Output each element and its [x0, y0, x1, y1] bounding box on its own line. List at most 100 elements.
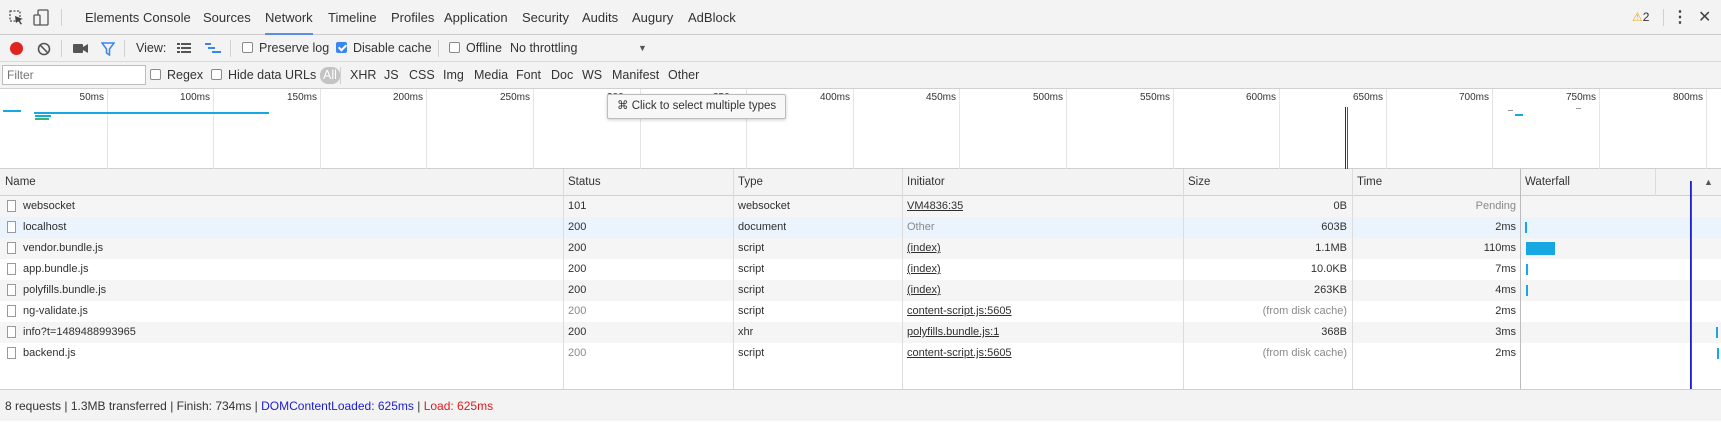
overview-gridline [107, 89, 108, 169]
overview-waterfall-icon[interactable] [205, 43, 221, 54]
request-size: 368B [1321, 326, 1347, 338]
request-initiator[interactable]: (index) [907, 238, 941, 259]
filter-icon[interactable] [101, 42, 115, 56]
tab-augury[interactable]: Augury [632, 0, 673, 35]
offline-checkbox[interactable] [449, 42, 460, 53]
request-initiator[interactable]: content-script.js:5605 [907, 301, 1012, 322]
filter-type-css[interactable]: CSS [409, 62, 435, 89]
request-type: script [738, 305, 765, 317]
overview-tick-label: 800ms [1672, 92, 1703, 103]
request-initiator[interactable]: (index) [907, 280, 941, 301]
filter-type-doc[interactable]: Doc [551, 62, 573, 89]
request-name[interactable]: vendor.bundle.js [23, 238, 558, 259]
request-summary: 8 requests | 1.3MB transferred | Finish:… [5, 390, 493, 422]
overview-tick-label: 150ms [286, 92, 317, 103]
tab-elements[interactable]: Elements [85, 0, 139, 35]
overview-tick-label: 550ms [1139, 92, 1170, 103]
request-initiator[interactable]: polyfills.bundle.js:1 [907, 322, 999, 343]
filter-type-ws[interactable]: WS [582, 62, 602, 89]
table-row[interactable]: backend.js 200 script content-script.js:560… [0, 343, 1721, 364]
inspect-element-icon[interactable] [9, 10, 24, 25]
filter-type-other[interactable]: Other [668, 62, 699, 89]
request-status: 200 [568, 221, 587, 233]
table-row[interactable]: info?t=1489488993965 200 xhr polyfills.bund… [0, 322, 1721, 343]
table-row[interactable]: localhost 200 document Other 603B 2ms [0, 217, 1721, 238]
request-initiator[interactable]: VM4836:35 [907, 196, 963, 217]
record-icon[interactable] [10, 42, 23, 55]
disable-cache-checkbox[interactable] [336, 42, 347, 53]
file-icon [7, 263, 16, 275]
request-time: 4ms [1495, 284, 1516, 296]
clear-icon[interactable] [37, 42, 51, 56]
load-text: Load: 625ms [423, 399, 494, 413]
filter-type-media[interactable]: Media [474, 62, 508, 89]
throttling-select[interactable]: No throttling ▼ [508, 35, 650, 62]
tab-network[interactable]: Network [265, 0, 313, 35]
close-icon[interactable]: ✕ [1698, 0, 1711, 35]
filter-type-xhr[interactable]: XHR [350, 62, 376, 89]
request-size: 603B [1321, 221, 1347, 233]
column-divider [1352, 169, 1353, 389]
tab-profiles[interactable]: Profiles [391, 0, 434, 35]
hide-data-urls-label: Hide data URLs [228, 68, 317, 82]
column-header-initiator[interactable]: Initiator [902, 169, 945, 196]
filter-type-font[interactable]: Font [516, 62, 541, 89]
tab-sources[interactable]: Sources [203, 0, 251, 35]
request-name[interactable]: app.bundle.js [23, 259, 558, 280]
request-initiator[interactable]: (index) [907, 259, 941, 280]
filter-type-img[interactable]: Img [443, 62, 464, 89]
overview-bar [1515, 114, 1523, 116]
table-row[interactable]: websocket 101 websocket VM4836:35 0B Pending [0, 196, 1721, 217]
capture-screenshots-icon[interactable] [73, 43, 89, 54]
request-time: 110ms [1483, 242, 1516, 254]
request-status: 200 [568, 263, 587, 275]
column-header-time[interactable]: Time [1352, 169, 1382, 196]
column-header-size[interactable]: Size [1183, 169, 1210, 196]
more-options-icon[interactable]: ⋮ [1672, 0, 1688, 35]
filter-type-all[interactable]: All [320, 67, 340, 84]
column-header-name[interactable]: Name [0, 169, 36, 196]
tab-audits[interactable]: Audits [582, 0, 618, 35]
overview-gridline [959, 89, 960, 169]
request-size: 1.1MB [1315, 242, 1347, 254]
table-row[interactable]: app.bundle.js 200 script (index) 10.0KB 7ms [0, 259, 1721, 280]
tab-security[interactable]: Security [522, 0, 569, 35]
timeline-overview[interactable]: 50ms100ms150ms200ms250ms300ms350ms400ms4… [0, 89, 1721, 169]
filter-type-manifest[interactable]: Manifest [612, 62, 659, 89]
request-name[interactable]: backend.js [23, 343, 558, 364]
column-header-status[interactable]: Status [563, 169, 601, 196]
sort-ascending-icon[interactable]: ▲ [1704, 169, 1713, 196]
request-initiator[interactable]: content-script.js:5605 [907, 343, 1012, 364]
request-name[interactable]: polyfills.bundle.js [23, 280, 558, 301]
filter-type-js[interactable]: JS [384, 62, 399, 89]
overview-gridline [1279, 89, 1280, 169]
tab-console[interactable]: Console [143, 0, 191, 35]
view-label: View: [136, 41, 167, 55]
tab-application[interactable]: Application [444, 0, 508, 35]
preserve-log-checkbox[interactable] [242, 42, 253, 53]
request-type: script [738, 263, 765, 275]
request-time: 7ms [1495, 263, 1516, 275]
column-divider [733, 169, 734, 389]
request-name[interactable]: localhost [23, 217, 558, 238]
request-name[interactable]: ng-validate.js [23, 301, 558, 322]
warnings-indicator[interactable]: ⚠2 [1632, 0, 1649, 35]
hide-data-urls-checkbox[interactable] [211, 69, 222, 80]
tab-adblock[interactable]: AdBlock [688, 0, 736, 35]
large-rows-icon[interactable] [177, 43, 191, 54]
request-name[interactable]: info?t=1489488993965 [23, 322, 558, 343]
table-row[interactable]: vendor.bundle.js 200 script (index) 1.1MB 110… [0, 238, 1721, 259]
table-row[interactable]: ng-validate.js 200 script content-script.js… [0, 301, 1721, 322]
request-type: document [738, 221, 787, 233]
regex-checkbox[interactable] [150, 69, 161, 80]
request-name[interactable]: websocket [23, 196, 558, 217]
device-toolbar-icon[interactable] [33, 9, 49, 26]
table-row[interactable]: polyfills.bundle.js 200 script (index) 263KB… [0, 280, 1721, 301]
request-status: 200 [568, 242, 587, 254]
column-header-type[interactable]: Type [733, 169, 763, 196]
warning-icon: ⚠ [1632, 10, 1643, 24]
tab-timeline[interactable]: Timeline [328, 0, 377, 35]
filter-input[interactable] [2, 65, 146, 85]
column-header-waterfall[interactable]: Waterfall [1520, 169, 1570, 196]
table-header [0, 169, 1721, 196]
